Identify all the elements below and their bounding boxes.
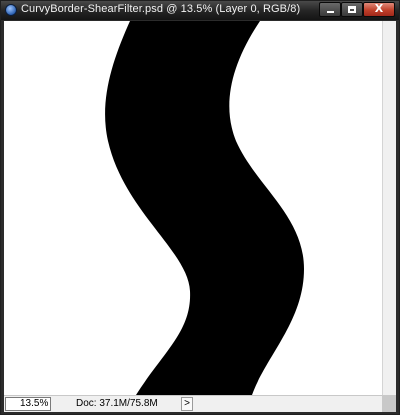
- document-size-info: Doc: 37.1M/75.8M: [76, 398, 158, 409]
- status-menu-button[interactable]: >: [181, 397, 193, 411]
- document-canvas[interactable]: [4, 21, 382, 395]
- vertical-scrollbar[interactable]: [382, 21, 396, 395]
- status-bar: 13.5% Doc: 37.1M/75.8M >: [4, 395, 382, 412]
- zoom-level-field[interactable]: 13.5%: [5, 397, 51, 411]
- minimize-icon: [327, 11, 334, 13]
- canvas-artwork: [4, 21, 382, 395]
- maximize-button[interactable]: [341, 2, 363, 17]
- title-bar[interactable]: CurvyBorder-ShearFilter.psd @ 13.5% (Lay…: [1, 1, 399, 20]
- photoshop-document-icon[interactable]: [5, 4, 17, 16]
- horizontal-scrollbar[interactable]: [193, 397, 382, 411]
- minimize-button[interactable]: [319, 2, 341, 17]
- document-window: CurvyBorder-ShearFilter.psd @ 13.5% (Lay…: [0, 0, 400, 415]
- maximize-icon: [348, 6, 356, 13]
- chevron-right-icon: >: [184, 398, 190, 409]
- window-title: CurvyBorder-ShearFilter.psd @ 13.5% (Lay…: [21, 3, 301, 15]
- scrollbar-corner: [382, 395, 396, 412]
- close-button[interactable]: X: [363, 2, 395, 17]
- close-icon: X: [374, 2, 384, 15]
